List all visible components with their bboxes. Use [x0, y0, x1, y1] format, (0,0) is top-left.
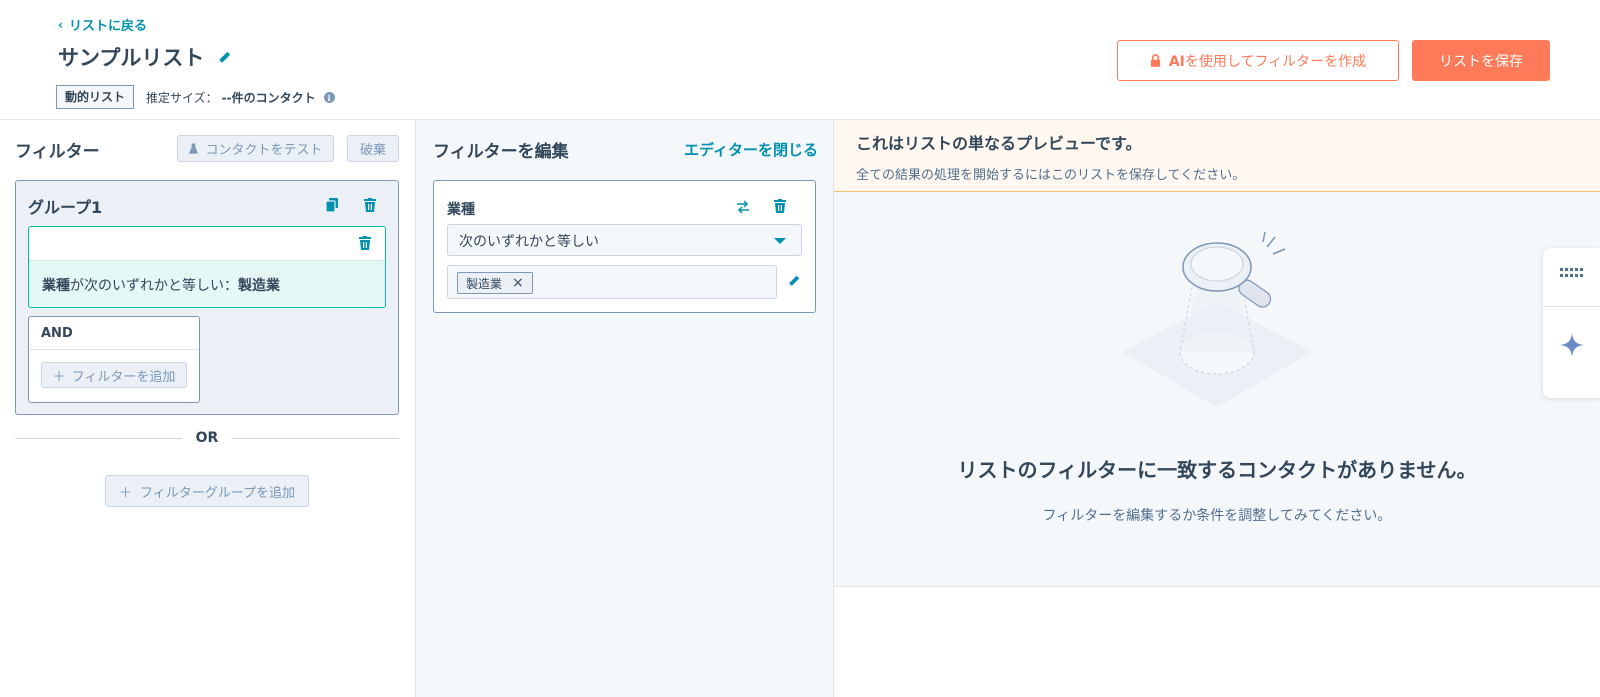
trash-icon[interactable] [359, 236, 371, 250]
size-value: --件のコンタクト [221, 91, 316, 105]
group-title: グループ1 [28, 198, 103, 217]
empty-state-subtitle: フィルターを編集するか条件を調整してみてください。 [1042, 508, 1392, 524]
size-prefix: 推定サイズ： [146, 91, 218, 105]
ai-label: AI [1168, 53, 1185, 70]
and-box: AND ＋ フィルターを追加 [28, 316, 200, 403]
or-label: OR [195, 430, 219, 446]
filter-group-1: グループ1 業種が次のいずれかと等しい：製造業 AND ＋ フィルターを追加 [15, 180, 399, 415]
and-label: AND [41, 326, 73, 341]
operator-select[interactable]: 次のいずれかと等しい [447, 224, 802, 256]
filter-value: 製造業 [238, 278, 280, 294]
list-type-badge: 動的リスト [56, 85, 135, 109]
test-contact-label: コンタクトをテスト [205, 143, 323, 158]
and-divider [29, 349, 199, 350]
flask-icon [189, 143, 199, 154]
value-tag: 製造業 × [457, 272, 533, 294]
caret-down-icon [774, 238, 786, 244]
plus-icon: ＋ [119, 485, 133, 501]
edit-pencil-icon[interactable] [787, 274, 801, 288]
chevron-left-icon: ‹ [58, 17, 63, 32]
back-link-label: リストに戻る [68, 19, 147, 34]
trash-icon[interactable] [774, 199, 786, 213]
edit-filter-card: 業種 次のいずれかと等しい 製造業 × [433, 180, 816, 313]
back-to-lists-link[interactable]: ‹ リストに戻る [58, 15, 147, 35]
estimated-size: 推定サイズ： --件のコンタクト i [146, 89, 335, 106]
operator-value: 次のいずれかと等しい [459, 234, 599, 250]
edit-name-pencil-icon[interactable] [216, 49, 232, 65]
filter-property: 業種 [42, 278, 70, 294]
add-filter-button[interactable]: ＋ フィルターを追加 [41, 362, 187, 388]
copy-icon[interactable] [326, 198, 338, 212]
banner-text: 全ての結果の処理を開始するにはこのリストを保存してください。 [856, 168, 1246, 183]
tag-label: 製造業 [466, 276, 503, 291]
plus-icon: ＋ [52, 369, 66, 385]
add-filter-group-button[interactable]: ＋ フィルターグループを追加 [105, 475, 309, 507]
swap-icon[interactable] [736, 200, 750, 214]
apps-grid-icon[interactable] [1560, 268, 1584, 278]
remove-tag-icon[interactable]: × [512, 275, 524, 291]
filter-rule-card[interactable]: 業種が次のいずれかと等しい：製造業 [28, 226, 386, 308]
add-group-label: フィルターグループを追加 [140, 485, 295, 501]
edit-filter-panel: フィルターを編集 エディターを閉じる 業種 次のいずれかと等しい 製造業 × [416, 120, 834, 697]
trash-icon[interactable] [364, 198, 376, 212]
value-input[interactable]: 製造業 × [447, 265, 777, 299]
edit-filter-title: フィルターを編集 [433, 142, 569, 162]
save-list-button[interactable]: リストを保存 [1412, 40, 1550, 81]
info-icon[interactable]: i [323, 92, 335, 103]
filters-panel: フィルター コンタクトをテスト 破棄 グループ1 業種が次のいずれかと等しい：製… [0, 120, 416, 697]
or-separator: OR [15, 428, 399, 448]
create-filter-with-ai-button[interactable]: AIを使用してフィルターを作成 [1117, 40, 1399, 81]
list-name: サンプルリスト [58, 46, 205, 70]
add-filter-label: フィルターを追加 [71, 369, 176, 385]
test-contact-button[interactable]: コンタクトをテスト [177, 135, 334, 162]
filter-operator: が次のいずれかと等しい： [70, 278, 238, 294]
close-editor-link[interactable]: エディターを閉じる [684, 139, 818, 160]
side-dock [1543, 248, 1600, 398]
banner-title: これはリストの単なるプレビューです。 [856, 134, 1142, 153]
preview-banner: これはリストの単なるプレビューです。 全ての結果の処理を開始するにはこのリストを… [834, 120, 1600, 192]
magnifier-illustration-icon [1122, 232, 1312, 407]
filter-rule-text: 業種が次のいずれかと等しい：製造業 [29, 260, 385, 307]
field-name: 業種 [447, 202, 475, 218]
sparkle-icon[interactable] [1560, 333, 1584, 357]
empty-state-title: リストのフィルターに一致するコンタクトがありません。 [957, 458, 1477, 482]
lock-icon [1150, 54, 1160, 67]
page-title: サンプルリスト [58, 42, 232, 72]
discard-button[interactable]: 破棄 [347, 135, 399, 162]
filters-title: フィルター [15, 142, 100, 162]
preview-panel: これはリストの単なるプレビューです。 全ての結果の処理を開始するにはこのリストを… [834, 120, 1600, 697]
empty-state: リストのフィルターに一致するコンタクトがありません。 フィルターを編集するか条件… [834, 192, 1600, 587]
ai-button-label: を使用してフィルターを作成 [1184, 53, 1367, 70]
